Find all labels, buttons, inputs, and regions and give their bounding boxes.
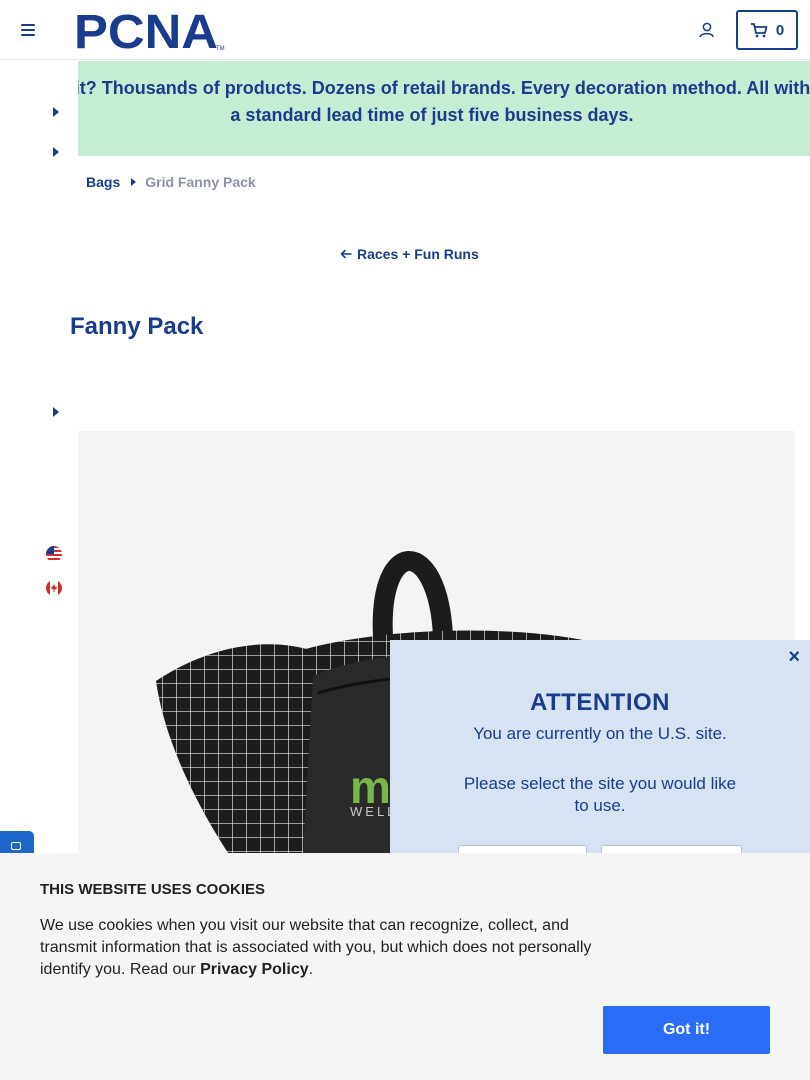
announcement-banner: Vait? Thousands of products. Dozens of r…: [0, 61, 810, 156]
breadcrumb-separator-icon: [131, 178, 137, 186]
breadcrumb-current: Grid Fanny Pack: [145, 174, 256, 190]
cart-count: 0: [775, 21, 785, 39]
cookie-title: THIS WEBSITE USES COOKIES: [40, 881, 266, 898]
back-link-label: Races + Fun Runs: [357, 246, 479, 262]
cookie-period: .: [308, 961, 314, 978]
site-selector-modal: × ATTENTION You are currently on the U.S…: [390, 640, 810, 853]
chat-icon: [11, 842, 21, 850]
logo-tm: TM: [216, 46, 225, 52]
menu-expand-caret-icon[interactable]: [53, 147, 59, 157]
us-flag-icon[interactable]: [46, 546, 62, 562]
product-title: Fanny Pack: [70, 313, 204, 340]
menu-expand-caret-icon[interactable]: [53, 407, 59, 417]
back-to-category-link[interactable]: Races + Fun Runs: [340, 246, 479, 262]
modal-prompt: Please select the site you would like to…: [463, 774, 737, 815]
site-header: PCNA TM 0: [0, 0, 810, 60]
cookie-banner: THIS WEBSITE USES COOKIES We use cookies…: [0, 853, 810, 1080]
cart-button[interactable]: 0: [736, 10, 798, 50]
banner-text: Vait? Thousands of products. Dozens of r…: [53, 78, 810, 125]
close-icon[interactable]: ×: [788, 647, 800, 667]
canada-flag-icon[interactable]: [46, 580, 62, 596]
feedback-tab[interactable]: [0, 831, 34, 853]
arrow-left-icon: [340, 249, 352, 259]
accept-cookies-button[interactable]: Got it!: [603, 1006, 770, 1054]
hamburger-icon[interactable]: [20, 22, 36, 38]
breadcrumb: Bags Grid Fanny Pack: [86, 174, 256, 190]
side-menu-panel: [0, 61, 78, 853]
breadcrumb-link-bags[interactable]: Bags: [86, 174, 120, 190]
user-icon[interactable]: [697, 21, 715, 39]
cookie-message: We use cookies when you visit our websit…: [40, 915, 610, 981]
menu-expand-caret-icon[interactable]: [53, 107, 59, 117]
shopping-cart-icon: [750, 23, 768, 38]
cookie-body-text: We use cookies when you visit our websit…: [40, 917, 592, 978]
pcna-logo[interactable]: PCNA TM: [74, 8, 226, 52]
us-site-button[interactable]: [458, 845, 587, 853]
privacy-policy-link[interactable]: Privacy Policy: [200, 961, 309, 978]
logo-text: PCNA: [74, 8, 218, 52]
modal-message: You are currently on the U.S. site.: [473, 724, 727, 743]
modal-title: ATTENTION: [529, 689, 671, 716]
canada-site-button[interactable]: [601, 845, 742, 853]
